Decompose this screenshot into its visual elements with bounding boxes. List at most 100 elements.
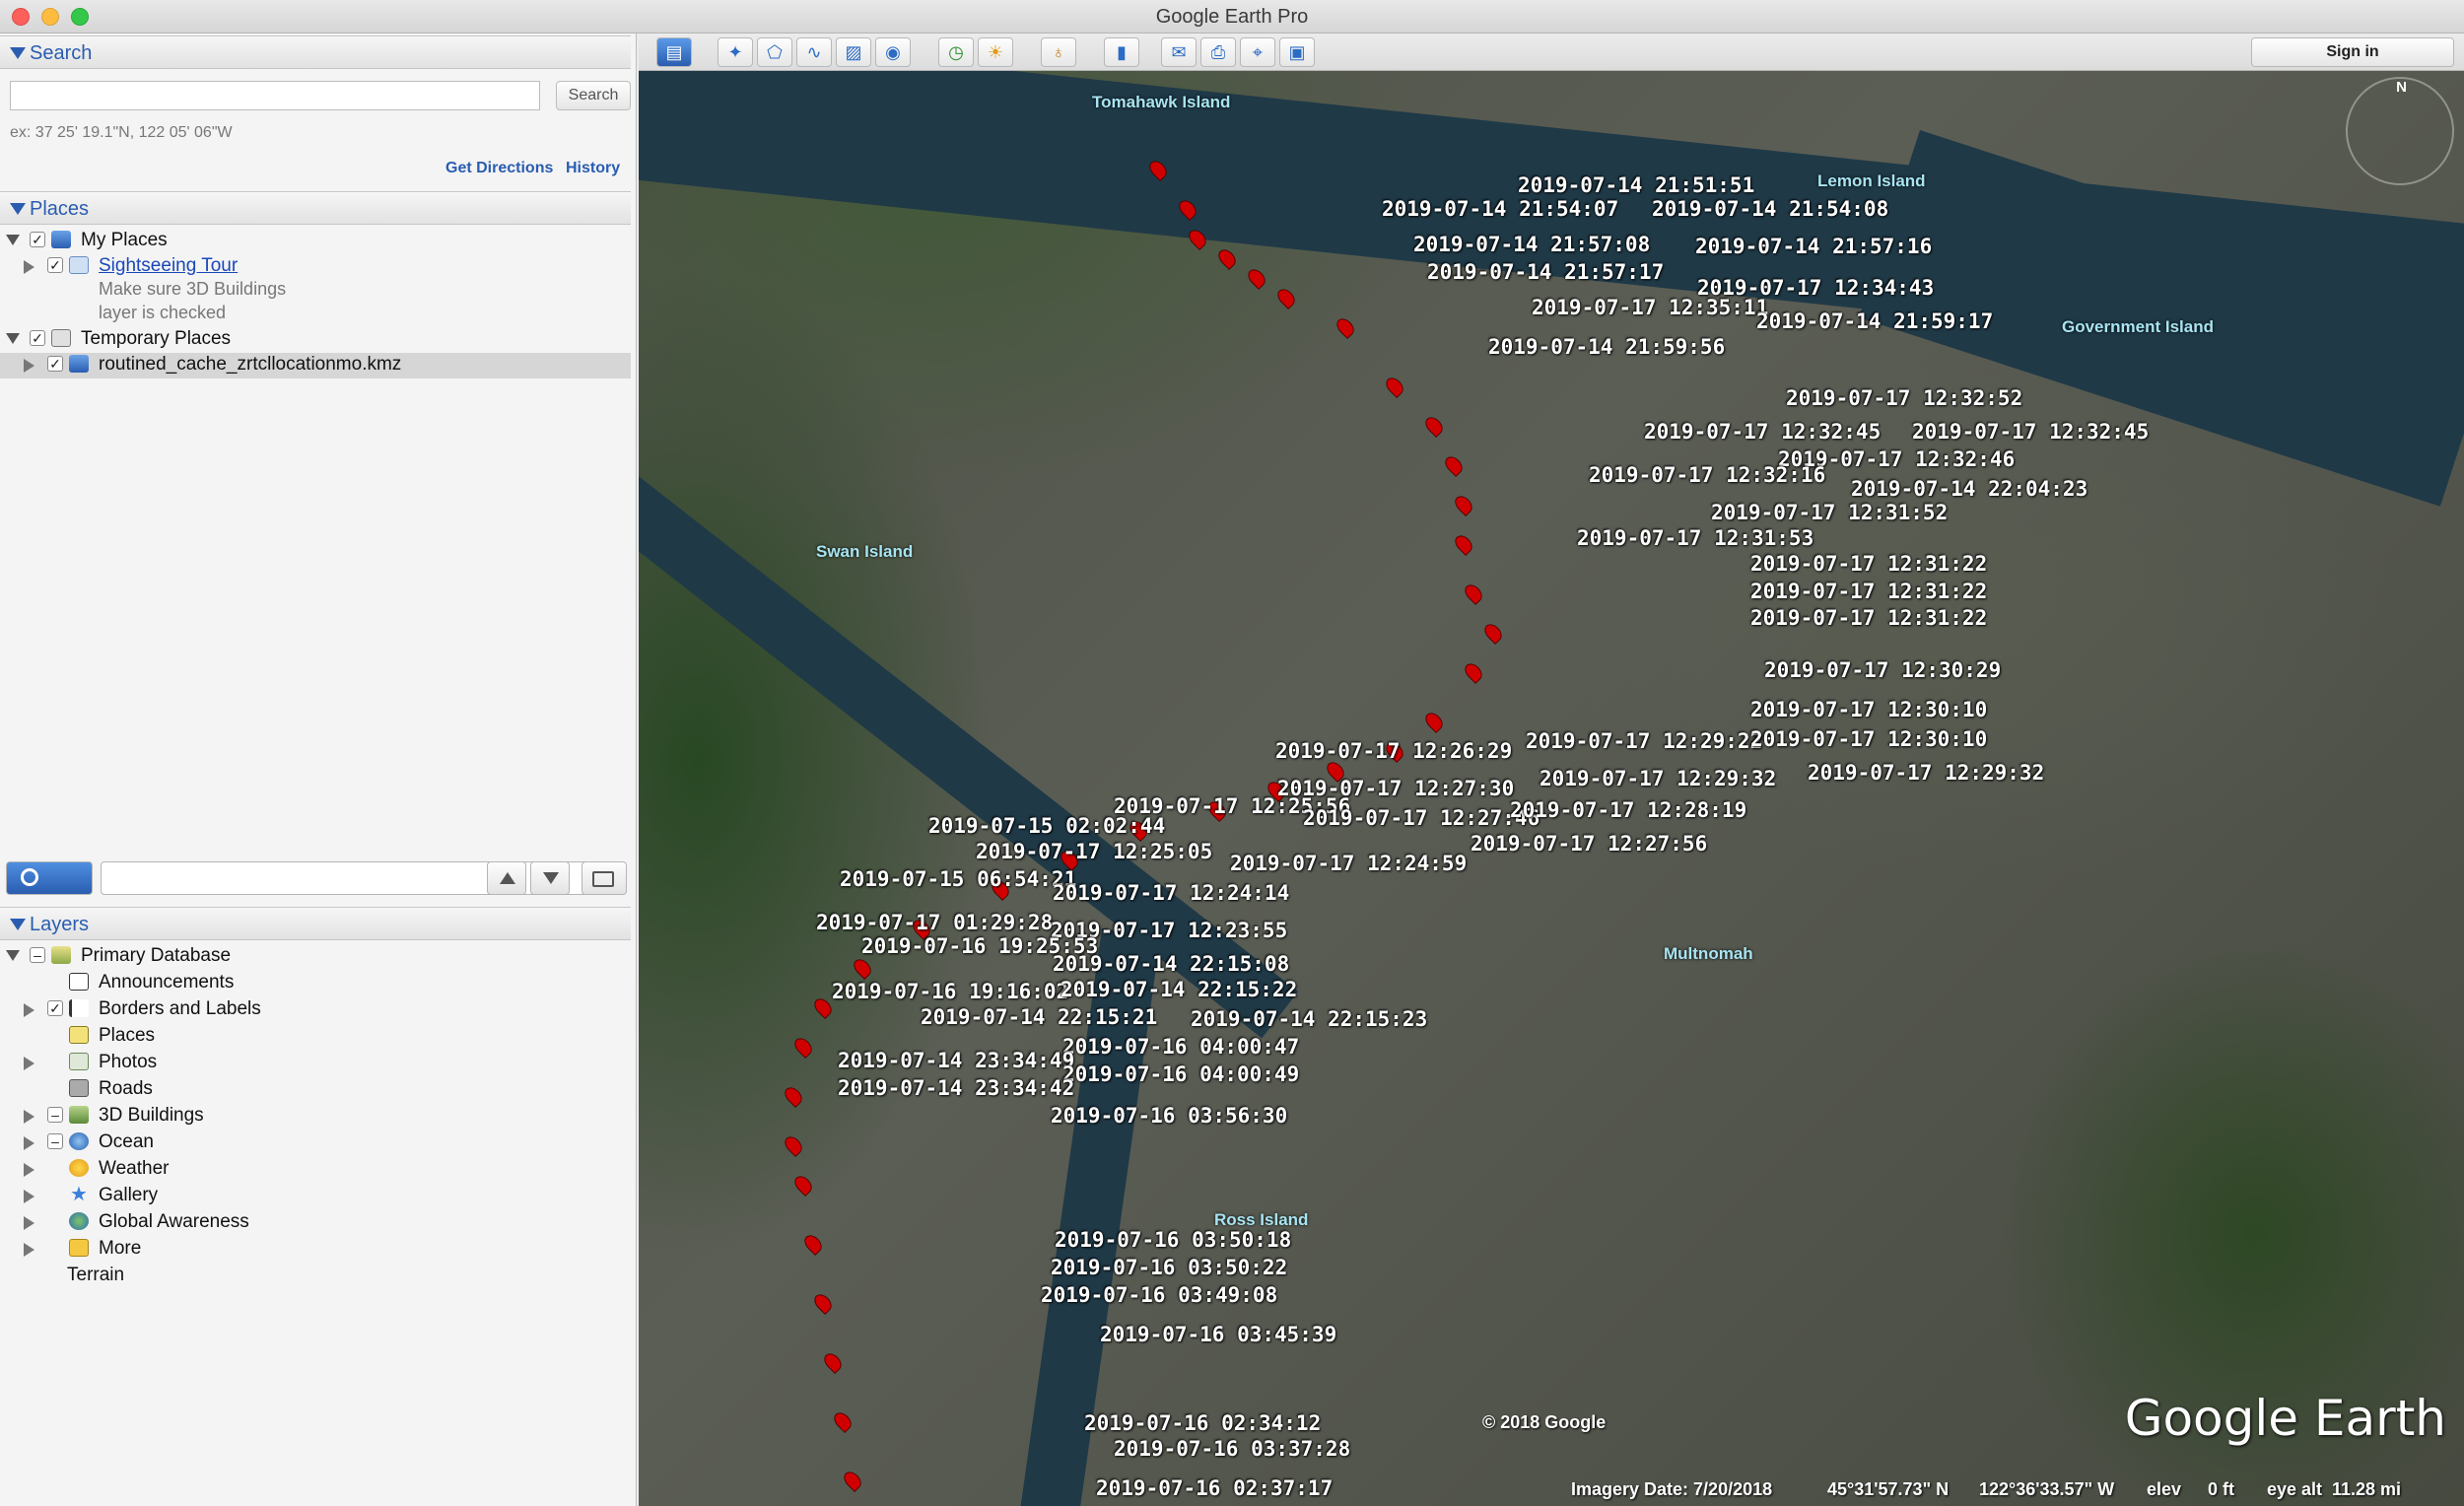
add-polygon-icon[interactable]: ⬠: [757, 37, 792, 67]
placemark-pin-icon[interactable]: [1244, 265, 1269, 291]
expand-arrow-icon[interactable]: [24, 1216, 34, 1230]
placemark-pin-icon[interactable]: [850, 955, 875, 981]
search-panel-header[interactable]: Search: [0, 35, 631, 69]
google-maps-icon[interactable]: ⌖: [1240, 37, 1275, 67]
placemark-label[interactable]: 2019-07-15 02:02:44: [928, 814, 1165, 838]
add-folder-button[interactable]: [582, 861, 627, 895]
placemark-label[interactable]: 2019-07-17 12:29:32: [1808, 761, 2044, 785]
placemark-label[interactable]: 2019-07-14 21:59:56: [1488, 335, 1725, 359]
placemark-label[interactable]: 2019-07-15 06:54:21: [840, 867, 1076, 891]
historical-imagery-icon[interactable]: ◷: [938, 37, 974, 67]
placemark-pin-icon[interactable]: [1273, 285, 1299, 310]
move-down-button[interactable]: [530, 861, 570, 895]
placemark-pin-icon[interactable]: [1461, 659, 1486, 685]
placemark-label[interactable]: 2019-07-17 12:32:16: [1589, 463, 1825, 487]
sidebar-toggle-icon[interactable]: ▤: [656, 37, 692, 67]
placemark-label[interactable]: 2019-07-17 12:25:05: [976, 840, 1212, 863]
placemark-pin-icon[interactable]: [1480, 620, 1506, 646]
save-image-icon[interactable]: ▣: [1279, 37, 1315, 67]
placemark-label[interactable]: 2019-07-16 04:00:49: [1062, 1062, 1299, 1086]
placemark-pin-icon[interactable]: [1441, 452, 1467, 478]
tree-item-temporary-places[interactable]: ✓ Temporary Places: [0, 327, 631, 353]
placemark-label[interactable]: 2019-07-14 21:57:17: [1427, 260, 1664, 284]
expand-arrow-icon[interactable]: [6, 235, 20, 245]
planets-icon[interactable]: ♁: [1041, 37, 1076, 67]
expand-arrow-icon[interactable]: [24, 1163, 34, 1177]
placemark-label[interactable]: 2019-07-14 23:34:49: [838, 1049, 1074, 1072]
placemark-label[interactable]: 2019-07-14 22:04:23: [1851, 477, 2088, 501]
map-view[interactable]: Tomahawk Island Lemon Island Government …: [639, 71, 2464, 1506]
checkbox[interactable]: ✓: [47, 1000, 63, 1016]
placemark-pin-icon[interactable]: [790, 1172, 816, 1198]
tree-item-kmz-file[interactable]: ✓ routined_cache_zrtcllocationmo.kmz: [0, 353, 631, 378]
placemark-label[interactable]: 2019-07-14 21:57:08: [1413, 233, 1650, 256]
placemark-pin-icon[interactable]: [810, 1290, 836, 1316]
add-image-overlay-icon[interactable]: ▨: [836, 37, 871, 67]
placemark-label[interactable]: 2019-07-16 03:50:18: [1055, 1228, 1291, 1252]
placemark-label[interactable]: 2019-07-17 12:31:22: [1750, 552, 1987, 576]
placemark-label[interactable]: 2019-07-16 03:56:30: [1051, 1104, 1287, 1128]
placemark-label[interactable]: 2019-07-17 12:29:22: [1526, 729, 1762, 753]
move-up-button[interactable]: [487, 861, 526, 895]
record-tour-icon[interactable]: ◉: [875, 37, 911, 67]
add-path-icon[interactable]: ∿: [796, 37, 832, 67]
placemark-label[interactable]: 2019-07-14 21:59:17: [1756, 309, 1993, 333]
placemark-pin-icon[interactable]: [830, 1408, 856, 1434]
placemark-label[interactable]: 2019-07-17 01:29:28: [816, 911, 1053, 934]
ruler-icon[interactable]: ▮: [1104, 37, 1139, 67]
placemark-label[interactable]: 2019-07-14 21:54:07: [1382, 197, 1618, 221]
placemark-label[interactable]: 2019-07-14 21:51:51: [1518, 173, 1754, 197]
places-panel-header[interactable]: Places: [0, 191, 631, 225]
placemark-label[interactable]: 2019-07-17 12:31:53: [1577, 526, 1814, 550]
search-button[interactable]: Search: [556, 81, 631, 110]
placemark-pin-icon[interactable]: [1421, 413, 1447, 439]
sunlight-icon[interactable]: ☀: [978, 37, 1013, 67]
placemark-pin-icon[interactable]: [790, 1034, 816, 1060]
placemark-label[interactable]: 2019-07-14 21:54:08: [1652, 197, 1888, 221]
placemark-pin-icon[interactable]: [1214, 245, 1240, 271]
expand-arrow-icon[interactable]: [24, 1190, 34, 1203]
print-icon[interactable]: ⎙: [1200, 37, 1236, 67]
add-placemark-icon[interactable]: ✦: [718, 37, 753, 67]
placemark-label[interactable]: 2019-07-16 02:37:17: [1096, 1476, 1333, 1500]
placemark-label[interactable]: 2019-07-17 12:35:11: [1532, 296, 1768, 319]
placemark-pin-icon[interactable]: [1451, 492, 1476, 517]
placemark-label[interactable]: 2019-07-17 12:31:22: [1750, 580, 1987, 603]
placemark-label[interactable]: 2019-07-17 12:30:10: [1750, 727, 1987, 751]
history-link[interactable]: History: [566, 160, 620, 177]
placemark-label[interactable]: 2019-07-17 12:32:45: [1912, 420, 2149, 444]
placemark-label[interactable]: 2019-07-17 12:24:14: [1053, 881, 1289, 905]
placemark-label[interactable]: 2019-07-17 12:31:52: [1711, 501, 1948, 524]
placemark-label[interactable]: 2019-07-17 12:31:22: [1750, 606, 1987, 630]
expand-arrow-icon[interactable]: [6, 333, 20, 344]
expand-arrow-icon[interactable]: [24, 1110, 34, 1124]
expand-arrow-icon[interactable]: [24, 1003, 34, 1017]
placemark-pin-icon[interactable]: [1461, 581, 1486, 606]
search-toggle-button[interactable]: [6, 861, 93, 895]
placemark-pin-icon[interactable]: [1333, 314, 1358, 340]
placemark-label[interactable]: 2019-07-17 12:32:52: [1786, 386, 2022, 410]
placemark-label[interactable]: 2019-07-16 02:34:12: [1084, 1411, 1321, 1435]
placemark-pin-icon[interactable]: [781, 1132, 806, 1158]
expand-arrow-icon[interactable]: [24, 359, 34, 373]
placemark-label[interactable]: 2019-07-17 12:27:56: [1471, 832, 1707, 856]
checkbox[interactable]: ✓: [47, 257, 63, 273]
checkbox[interactable]: ✓: [30, 232, 45, 247]
placemark-pin-icon[interactable]: [840, 1468, 865, 1493]
expand-arrow-icon[interactable]: [24, 260, 34, 274]
placemark-label[interactable]: 2019-07-16 19:16:02: [832, 980, 1068, 1003]
placemark-label[interactable]: 2019-07-14 22:15:23: [1191, 1007, 1427, 1031]
placemark-label[interactable]: 2019-07-16 03:49:08: [1041, 1283, 1277, 1307]
sign-in-button[interactable]: Sign in: [2251, 37, 2454, 67]
get-directions-link[interactable]: Get Directions: [445, 160, 553, 177]
expand-arrow-icon[interactable]: [24, 1136, 34, 1150]
placemark-label[interactable]: 2019-07-17 12:32:45: [1644, 420, 1881, 444]
placemark-label[interactable]: 2019-07-14 21:57:16: [1695, 235, 1932, 258]
expand-arrow-icon[interactable]: [6, 950, 20, 961]
search-input[interactable]: [10, 81, 540, 110]
placemark-label[interactable]: 2019-07-14 22:15:08: [1053, 952, 1289, 976]
tree-item-sightseeing-tour[interactable]: ✓ Sightseeing Tour: [0, 254, 631, 280]
placemark-label[interactable]: 2019-07-17 12:28:19: [1510, 798, 1746, 822]
placemark-label[interactable]: 2019-07-17 12:27:46: [1303, 806, 1540, 830]
checkbox[interactable]: –: [47, 1107, 63, 1123]
